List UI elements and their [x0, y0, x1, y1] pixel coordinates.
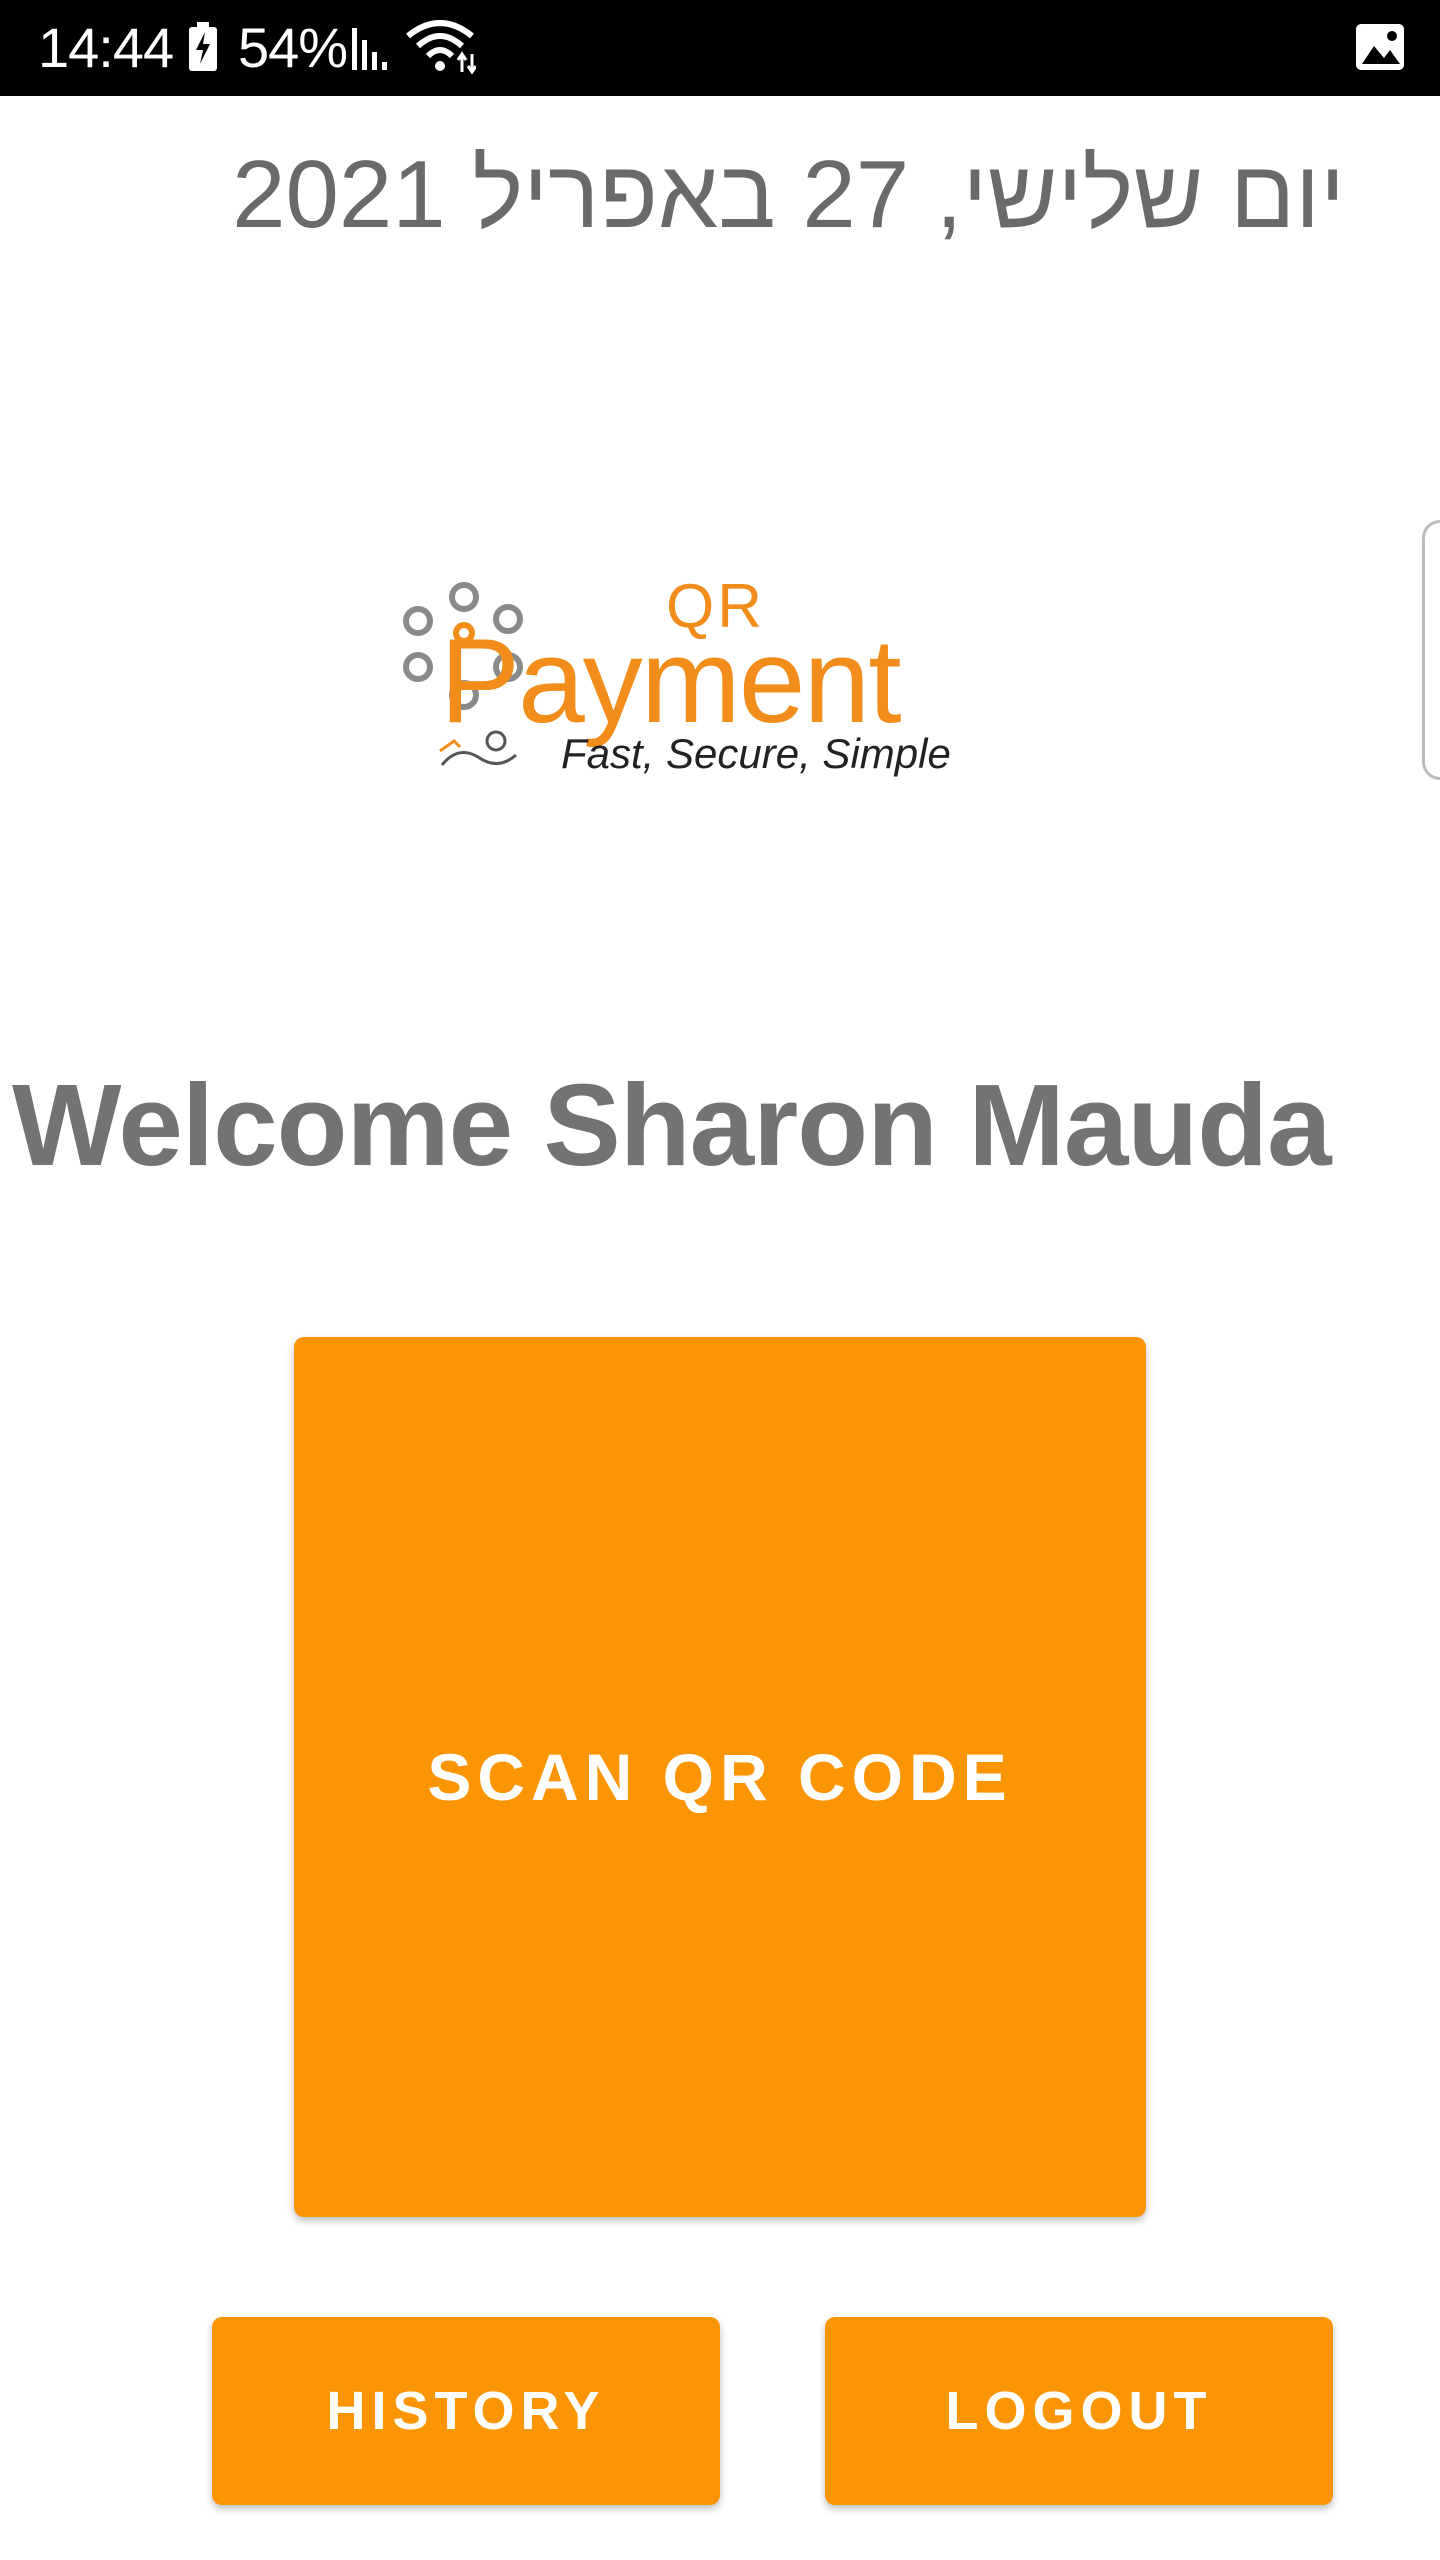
- status-time: 14:44: [38, 16, 174, 79]
- battery-charging-icon: [188, 22, 218, 72]
- welcome-heading: Welcome Sharon Mauda: [12, 1060, 1332, 1190]
- qr-payment-logo: QR Payment Fast, Secure, Simple: [398, 575, 1038, 795]
- logo-payment-text: Payment: [440, 614, 902, 748]
- battery-percent: 54%: [238, 16, 348, 79]
- signal-icon: [350, 24, 398, 72]
- status-bar: 14:44 54%: [0, 0, 1440, 96]
- logout-button[interactable]: LOGOUT: [825, 2317, 1333, 2505]
- edge-panel-handle[interactable]: [1422, 520, 1440, 780]
- scan-qr-code-button[interactable]: SCAN QR CODE: [294, 1337, 1146, 2217]
- history-button[interactable]: HISTORY: [212, 2317, 720, 2505]
- logo-tagline: Fast, Secure, Simple: [561, 730, 951, 777]
- image-notification-icon: [1354, 22, 1406, 72]
- date-label: יום שלישי, 27 באפריל 2021: [232, 141, 1345, 248]
- wifi-icon: [404, 18, 478, 75]
